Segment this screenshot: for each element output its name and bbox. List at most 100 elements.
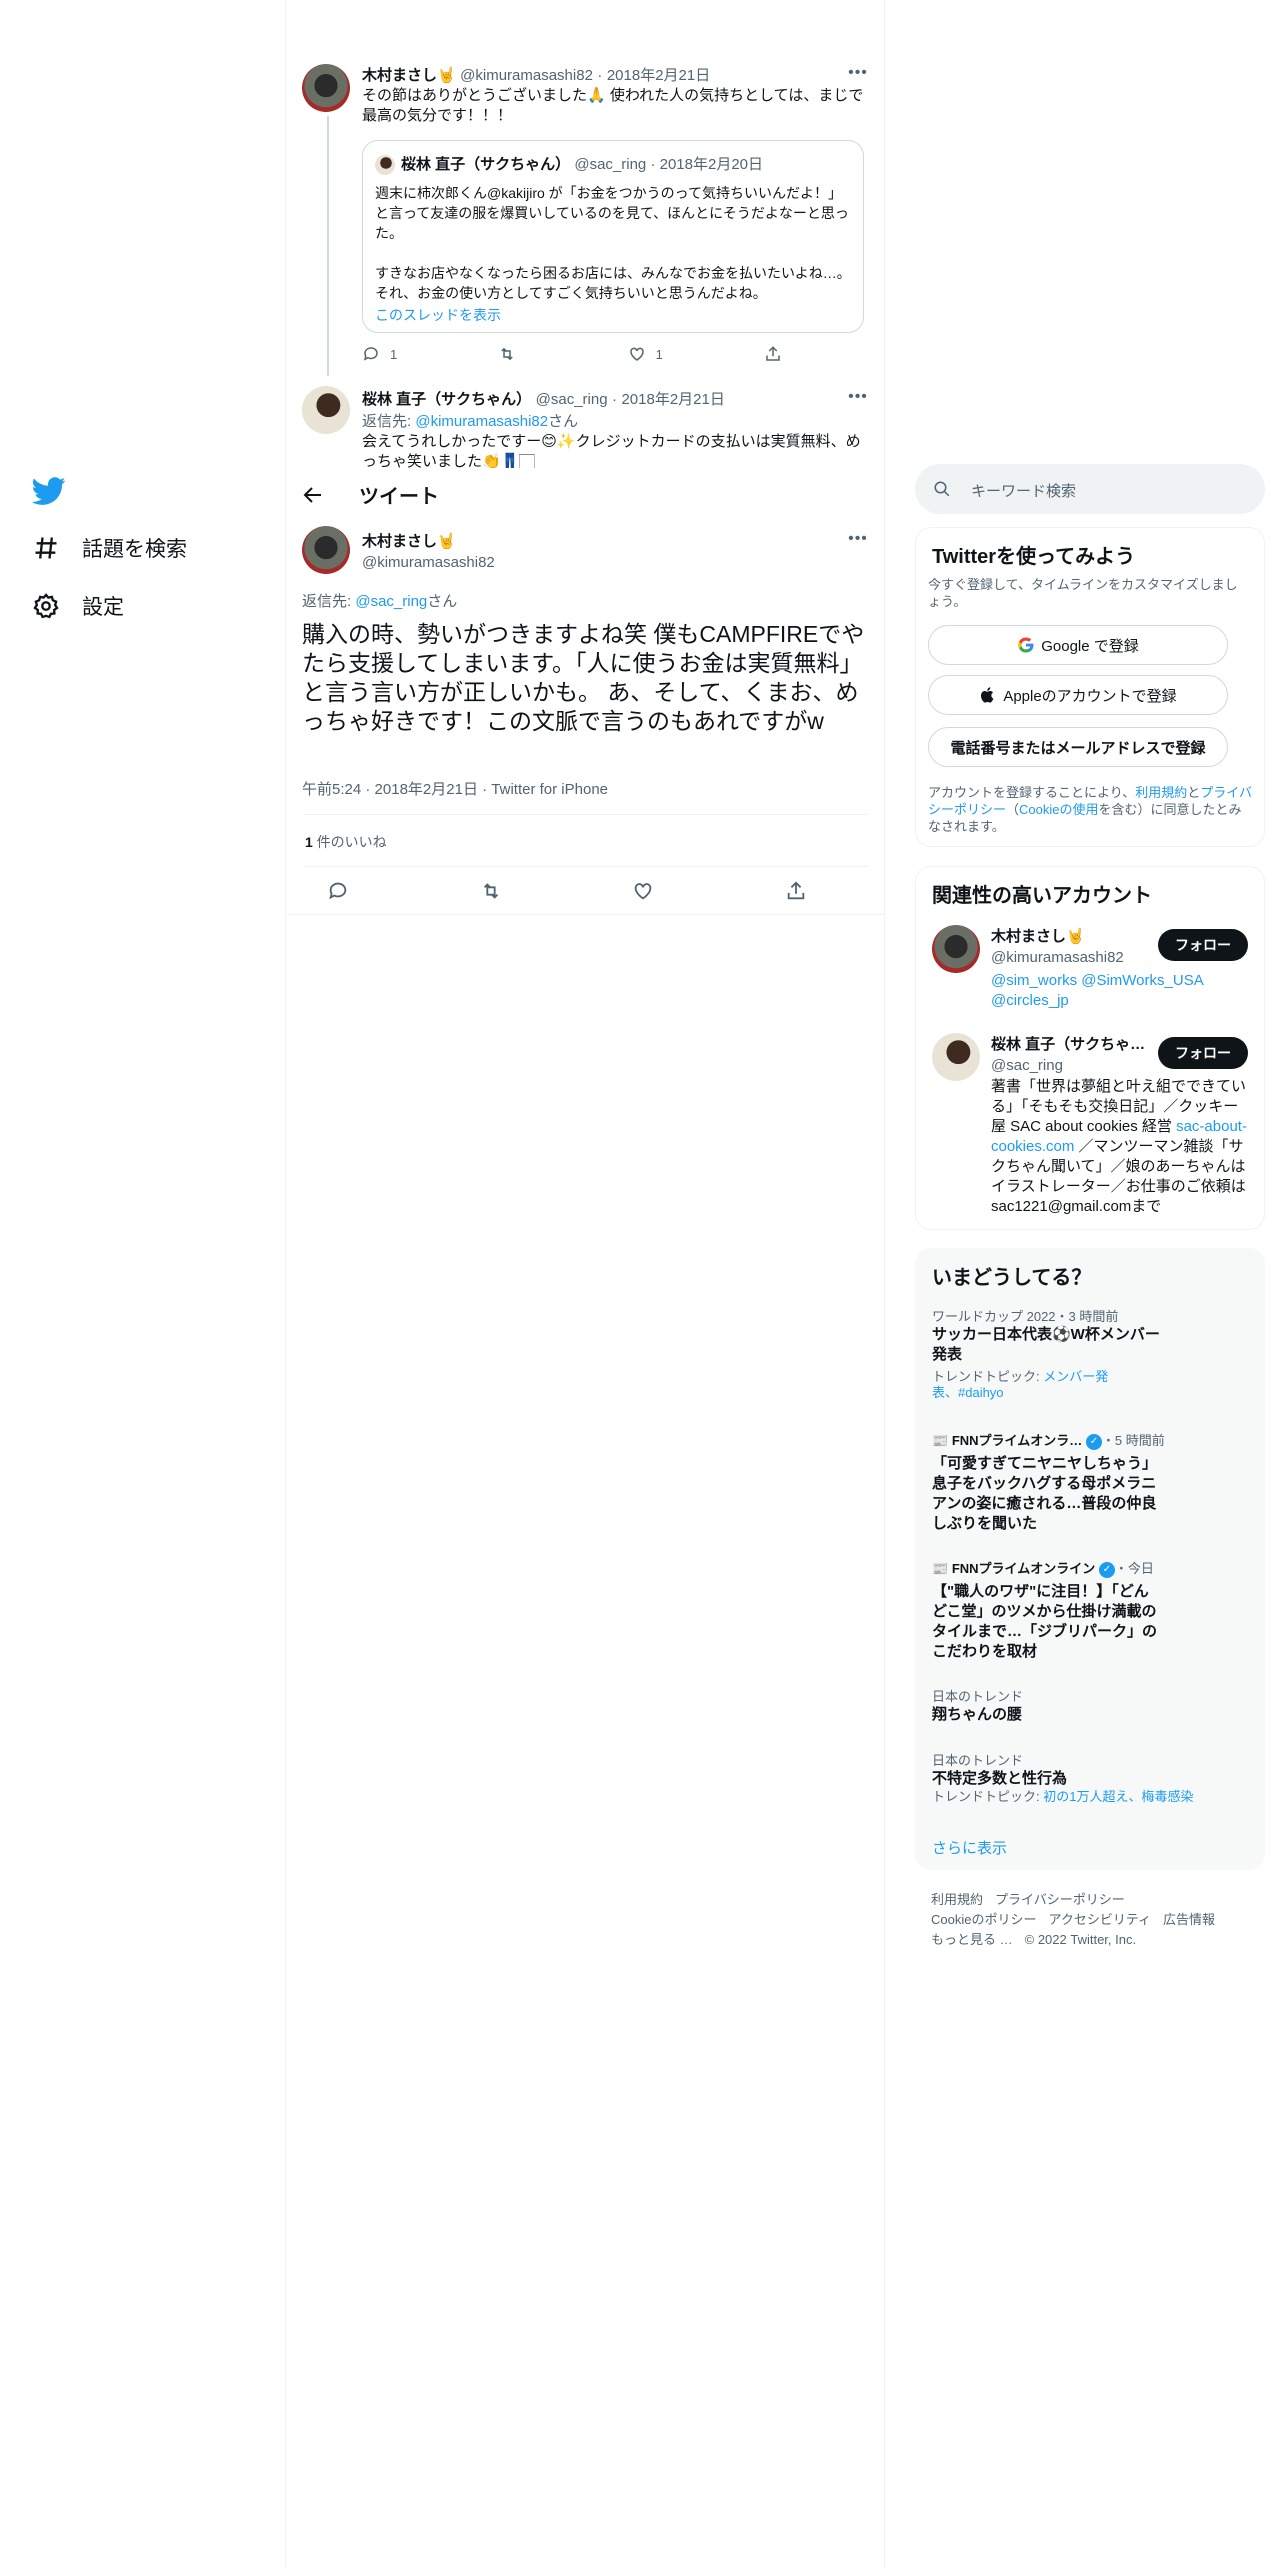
related-account[interactable]: 木村まさし🤘 @kimuramasashi82 [991, 925, 1151, 966]
tweet-time[interactable]: 午前5:24 [302, 781, 361, 798]
nav-item-settings-label: 設定 [82, 596, 124, 619]
search-placeholder: キーワード検索 [971, 483, 1077, 500]
likes-summary[interactable]: 1 件のいいね [305, 832, 387, 852]
tweet-header-bar: ツイート [287, 468, 884, 521]
more-options-button[interactable]: ••• [848, 388, 868, 408]
apple-icon [981, 687, 994, 703]
related-title: 関連性の高いアカウント [932, 885, 1152, 907]
avatar[interactable] [932, 1033, 980, 1081]
legal-text: （ [1006, 802, 1020, 817]
author-name[interactable]: 桜林 直子（サクちゃん） [362, 391, 531, 408]
verified-icon: ✓ [1085, 1433, 1102, 1450]
divider [303, 814, 868, 815]
tweet-date[interactable]: 2018年2月21日 [621, 391, 724, 408]
more-options-button[interactable]: ••• [848, 64, 868, 84]
reply-to-handle[interactable]: @kimuramasashi82 [415, 413, 548, 430]
trends-title: いまどうしてる？ [932, 1267, 1092, 1289]
related-account[interactable]: 桜林 直子（サクちゃ… @sac_ring [991, 1033, 1151, 1074]
nav-item-settings[interactable]: 設定 [32, 591, 124, 621]
trend-time: ・5 時間前 [1101, 1433, 1165, 1448]
tweet-text: 会えてうれしかったですー😊✨クレジットカードの支払いは実質無料、めっちゃ笑いまし… [362, 433, 861, 468]
tweet-date[interactable]: 2018年2月21日 [375, 781, 478, 798]
trend-item[interactable]: 📰 FNNプライムオンライン ✓ ・今日 【"職人のワザ"に注目！】「どんどこ堂」… [932, 1561, 1232, 1662]
tweet-source[interactable]: Twitter for iPhone [491, 781, 608, 798]
apple-signup-button[interactable]: Appleのアカウントで登録 [928, 675, 1228, 715]
trend-meta: ワールドカップ 2022・3 時間前 [932, 1309, 1119, 1324]
terms-link[interactable]: 利用規約 [1135, 785, 1187, 800]
follow-button[interactable]: フォロー [1158, 1037, 1248, 1069]
tweet-actions: 1 1 [362, 345, 792, 363]
trend-meta: 日本のトレンド [932, 1753, 1024, 1768]
google-signup-button[interactable]: Google で登録 [928, 625, 1228, 665]
share-button[interactable] [764, 345, 792, 363]
tweet-header: 木村まさし🤘 @kimuramasashi82 · 2018年2月21日 [362, 67, 711, 84]
footer-link[interactable]: Cookieのポリシー [931, 1912, 1036, 1927]
like-button[interactable] [632, 880, 654, 902]
back-arrow-icon[interactable] [301, 483, 325, 507]
author-handle[interactable]: @sac_ring [536, 391, 608, 408]
avatar[interactable] [932, 925, 980, 973]
trend-item[interactable]: 日本のトレンド 不特定多数と性行為 トレンドトピック: 初の1万人超え、梅毒感染 [932, 1753, 1232, 1805]
reply-to-handle[interactable]: @sac_ring [355, 593, 427, 610]
phone-email-signup-button[interactable]: 電話番号またはメールアドレスで登録 [928, 727, 1228, 767]
footer-link[interactable]: 利用規約 [931, 1892, 983, 1907]
left-navigation: 話題を検索 設定 [0, 0, 286, 2568]
reply-button[interactable] [327, 880, 349, 902]
avatar[interactable] [302, 64, 350, 112]
trend-source: FNNプライムオンライン [951, 1561, 1096, 1576]
account-bio[interactable]: @sim_works @SimWorks_USA @circles_jp [991, 971, 1231, 1011]
likes-label: 件のいいね [312, 834, 387, 850]
retweet-button[interactable] [480, 880, 502, 902]
show-more-link[interactable]: さらに表示 [932, 1837, 1007, 1858]
footer-link[interactable]: プライバシーポリシー [995, 1892, 1125, 1907]
footer-link[interactable]: アクセシビリティ [1048, 1912, 1151, 1927]
google-icon [1018, 637, 1034, 653]
show-thread-link[interactable]: このスレッドを表示 [375, 305, 851, 325]
share-button[interactable] [785, 880, 807, 902]
apple-signup-label: Appleのアカウントで登録 [1003, 687, 1177, 705]
more-options-button[interactable]: ••• [848, 530, 868, 550]
search-box[interactable]: キーワード検索 [915, 464, 1265, 514]
trend-topic-links[interactable]: 初の1万人超え、梅毒感染 [1043, 1789, 1193, 1804]
reply-to: 返信先: @sac_ringさん [302, 590, 457, 611]
reply-icon [363, 347, 378, 361]
tweet-date[interactable]: 2018年2月21日 [607, 67, 710, 84]
trend-source: FNNプライムオンラ… [951, 1433, 1083, 1448]
news-icon: 📰 [932, 1433, 952, 1448]
divider [303, 866, 868, 867]
sidebar-footer: 利用規約 プライバシーポリシー Cookieのポリシー アクセシビリティ 広告情報 も… [931, 1890, 1261, 1950]
avatar[interactable] [302, 526, 350, 574]
footer-link[interactable]: 広告情報 [1163, 1912, 1215, 1927]
quoted-tweet[interactable]: 桜林 直子（サクちゃん） @sac_ring · 2018年2月20日 週末に柿… [362, 140, 864, 333]
quote-author-name: 桜林 直子（サクちゃん） [401, 156, 571, 173]
twitter-bird-icon[interactable] [32, 474, 66, 508]
like-button[interactable]: 1 [628, 345, 663, 363]
more-link[interactable]: もっと見る … [931, 1932, 1013, 1947]
author-handle[interactable]: @kimuramasashi82 [460, 67, 593, 84]
avatar[interactable] [302, 386, 350, 434]
author-name[interactable]: 木村まさし🤘 [362, 530, 495, 551]
cookie-link[interactable]: Cookieの使用 [1019, 802, 1098, 817]
tweet-timestamp: 午前5:24 · 2018年2月21日 · Twitter for iPhone [302, 781, 609, 798]
retweet-button[interactable] [498, 345, 526, 363]
trend-title: 不特定多数と性行為 [932, 1770, 1068, 1787]
trend-title: サッカー日本代表⚽W杯メンバー発表 [932, 1326, 1160, 1363]
reply-button[interactable]: 1 [362, 345, 397, 363]
trend-item[interactable]: 日本のトレンド 翔ちゃんの腰 [932, 1689, 1232, 1725]
follow-button[interactable]: フォロー [1158, 929, 1248, 961]
reply-to-prefix: 返信先: [302, 593, 356, 610]
trend-item[interactable]: 📰 FNNプライムオンラ… ✓ ・5 時間前 「可愛すぎてニヤニヤしちゃう」息子を… [932, 1433, 1232, 1534]
quote-author-handle: @sac_ring [574, 156, 647, 173]
account-name: 桜林 直子（サクちゃ… [991, 1036, 1146, 1053]
trends-card: いまどうしてる？ ワールドカップ 2022・3 時間前 サッカー日本代表⚽W杯メ… [915, 1248, 1265, 1870]
author-handle[interactable]: @kimuramasashi82 [362, 554, 495, 571]
author-name[interactable]: 木村まさし🤘 [362, 67, 456, 84]
phone-email-signup-label: 電話番号またはメールアドレスで登録 [950, 739, 1206, 757]
tweet-header: 桜林 直子（サクちゃん） @sac_ring · 2018年2月21日 [362, 391, 725, 408]
divider [287, 914, 884, 915]
trend-item[interactable]: ワールドカップ 2022・3 時間前 サッカー日本代表⚽W杯メンバー発表 トレン… [932, 1309, 1232, 1401]
legal-text: と [1187, 785, 1201, 800]
nav-item-explore[interactable]: 話題を検索 [32, 533, 187, 563]
heart-icon [629, 347, 644, 361]
heart-icon [635, 883, 652, 900]
